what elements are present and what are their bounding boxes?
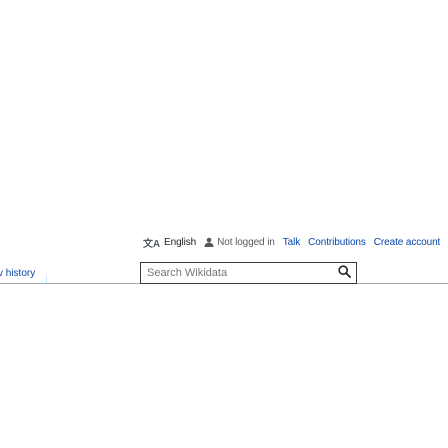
search-input[interactable] (141, 263, 332, 283)
navigation-bar: v history (0, 260, 448, 285)
search-box (140, 262, 357, 284)
contributions-link[interactable]: Contributions (308, 237, 366, 248)
search-icon (337, 265, 351, 281)
create-account-link[interactable]: Create account (374, 237, 441, 248)
translate-icon: 文A (143, 238, 161, 250)
user-icon (204, 237, 214, 247)
language-selector[interactable]: 文A English (143, 235, 196, 250)
search-button[interactable] (332, 263, 356, 283)
talk-link[interactable]: Talk (283, 237, 300, 248)
personal-tools: 文A English Not logged in Talk Contributi… (143, 235, 448, 250)
tab-view-history[interactable]: v history (0, 260, 46, 284)
not-logged-in-text: Not logged in (217, 236, 275, 248)
language-label: English (164, 236, 197, 248)
tab-view-history-label: v history (0, 268, 36, 279)
